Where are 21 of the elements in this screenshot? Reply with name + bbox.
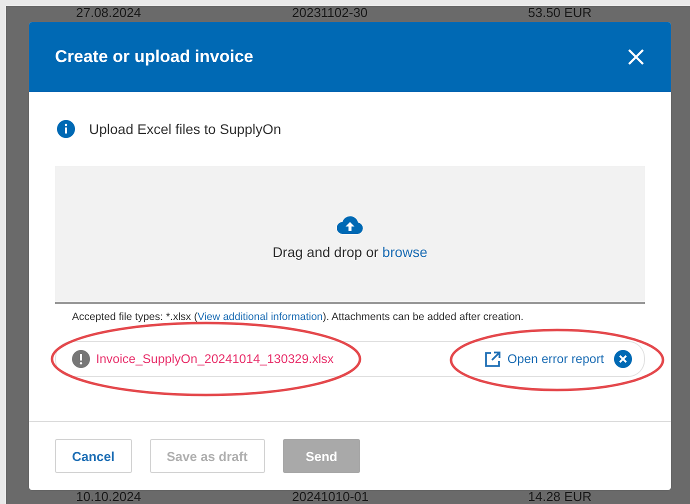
accepted-types-text: Accepted file types: *.xlsx (View additional information). Attachments can be added after creation. — [72, 311, 525, 323]
table-cell-text: 20241010-01 — [292, 490, 370, 504]
table-cell-text: 53.50 EUR — [528, 6, 593, 20]
additional-info-link[interactable]: View additional information — [197, 311, 323, 323]
external-link-icon — [484, 350, 502, 368]
table-cell-text: 20231102-30 — [292, 6, 369, 20]
table-cell-text: 27.08.2024 — [76, 6, 142, 20]
dialog-title: Create or upload invoice — [55, 47, 254, 67]
table-cell-text: 10.10.2024 — [76, 490, 142, 504]
drop-zone[interactable]: Drag and drop or browse — [55, 166, 645, 304]
close-icon[interactable] — [627, 48, 645, 66]
remove-icon[interactable] — [614, 350, 632, 368]
info-icon — [57, 120, 75, 138]
dialog-button[interactable]: Cancel — [55, 439, 132, 473]
cloud-upload-icon — [337, 216, 363, 234]
browse-link[interactable]: browse — [382, 244, 428, 260]
open-error-report-link[interactable]: Open error report — [484, 350, 604, 368]
table-cell-text: 14.28 EUR — [528, 490, 593, 504]
info-text: Upload Excel files to SupplyOn — [89, 121, 282, 137]
file-name: Invoice_SupplyOn_20241014_130329.xlsx — [96, 352, 334, 366]
drop-zone-text: Drag and drop or browse — [272, 244, 428, 260]
